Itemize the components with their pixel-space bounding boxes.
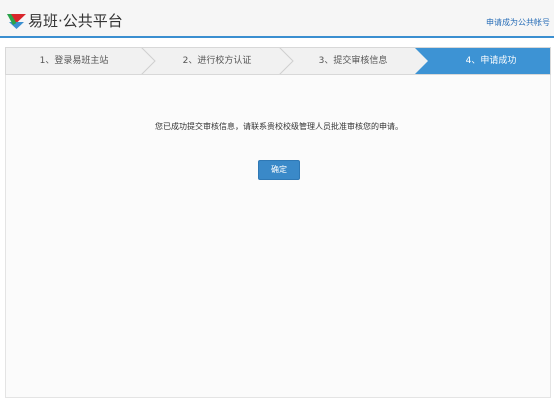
confirm-button[interactable]: 确定 [258, 160, 300, 180]
yiban-logo-icon [7, 14, 26, 29]
step-login: 1、登录易班主站 [39, 56, 109, 66]
success-message: 您已成功提交审核信息，请联系贵校校级管理人员批准审核您的申请。 [155, 122, 403, 131]
platform-title: 易班·公共平台 [28, 12, 123, 30]
step-active-arrow-icon [415, 48, 430, 74]
top-header: 易班·公共平台 申请成为公共帐号 [0, 0, 554, 38]
step-school-verify: 2、进行校方认证 [182, 56, 252, 66]
step-submit-info: 3、提交审核信息 [318, 56, 388, 66]
step-success: 4、申请成功 [430, 48, 550, 74]
progress-steps: 1、登录易班主站 2、进行校方认证 3、提交审核信息 4、申请成功 [5, 47, 551, 75]
main-content: 您已成功提交审核信息，请联系贵校校级管理人员批准审核您的申请。 确定 [5, 75, 551, 398]
apply-public-account-link[interactable]: 申请成为公共帐号 [486, 17, 550, 29]
